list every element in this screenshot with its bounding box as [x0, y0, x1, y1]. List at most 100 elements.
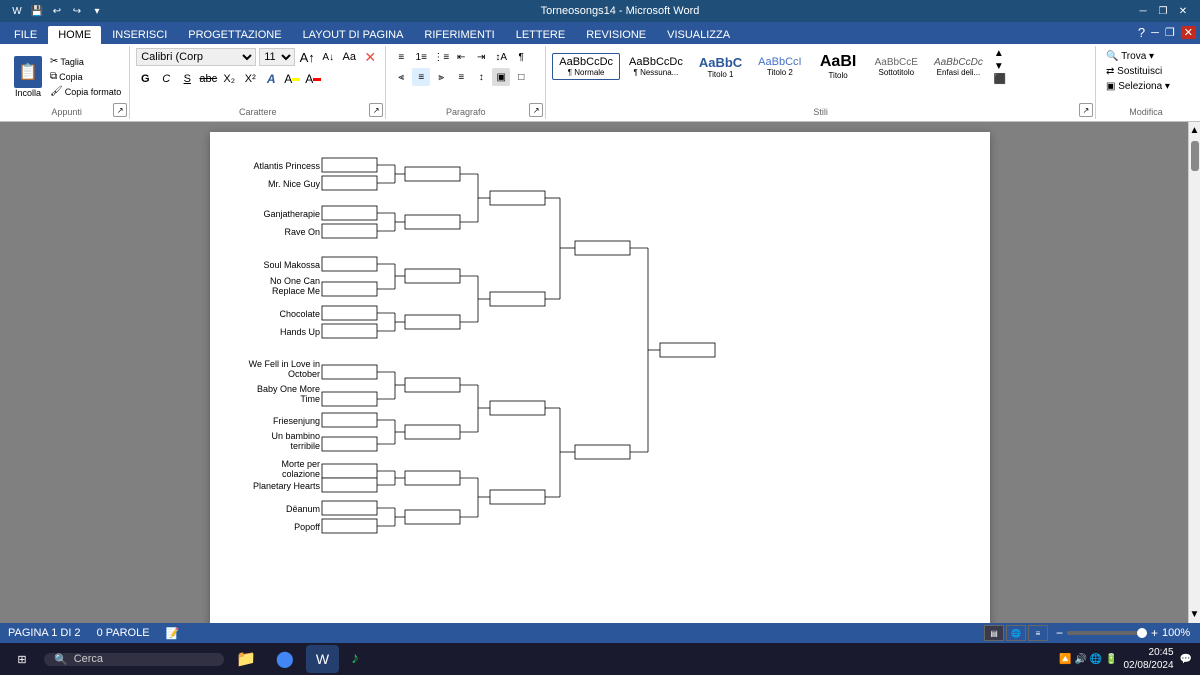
bullets-button[interactable]: ≡ — [392, 48, 410, 66]
word-taskbar-button[interactable]: W — [306, 645, 339, 673]
zoom-in-button[interactable]: + — [1151, 626, 1158, 640]
minimize-button[interactable]: ─ — [1134, 3, 1152, 19]
file-explorer-button[interactable]: 📁 — [228, 645, 264, 673]
font-color-button[interactable]: A — [304, 70, 322, 88]
r3-box4 — [490, 490, 545, 504]
tab-revisione[interactable]: REVISIONE — [576, 26, 656, 44]
shading-button[interactable]: ▣ — [492, 68, 510, 86]
format-paint-button[interactable]: 🖌 Copia formato — [48, 85, 123, 98]
style-emphasis[interactable]: AaBbCcDc Enfasi deli... — [927, 54, 990, 80]
tab-file[interactable]: FILE — [4, 26, 47, 44]
entry13-label-line1: Morte per — [281, 459, 320, 469]
numbering-button[interactable]: 1≡ — [412, 48, 430, 66]
undo-quick-icon[interactable]: ↩ — [48, 2, 66, 20]
font-size-select[interactable]: 11 — [259, 48, 295, 66]
scroll-thumb[interactable] — [1191, 141, 1199, 171]
sort-button[interactable]: ↕A — [492, 48, 510, 66]
text-effects-button[interactable]: A — [262, 70, 280, 88]
align-center-button[interactable]: ≡ — [412, 68, 430, 86]
scroll-down-button[interactable]: ▼ — [1187, 606, 1200, 623]
style-subtitle[interactable]: AaBbCcE Sottotitolo — [868, 54, 925, 80]
bold-button[interactable]: G — [136, 70, 154, 88]
strikethrough-button[interactable]: abc — [199, 70, 217, 88]
line-spacing-button[interactable]: ↕ — [472, 68, 490, 86]
underline-button[interactable]: S — [178, 70, 196, 88]
clipboard-expand-button[interactable]: ↗ — [113, 103, 127, 117]
customize-quick-icon[interactable]: ▾ — [88, 2, 106, 20]
style-heading2[interactable]: AaBbCcI Titolo 2 — [751, 53, 808, 80]
right-scrollbar[interactable]: ▲ ▼ — [1188, 122, 1200, 623]
outline-view-button[interactable]: ≡ — [1028, 625, 1048, 641]
copy-button[interactable]: ⧉ Copia — [48, 70, 123, 83]
web-view-button[interactable]: 🌐 — [1006, 625, 1026, 641]
word-count[interactable]: 0 PAROLE — [97, 627, 150, 639]
style-title[interactable]: AaBI Titolo — [811, 50, 866, 83]
help-icon[interactable]: ? — [1138, 25, 1145, 40]
justify-button[interactable]: ≡ — [452, 68, 470, 86]
style-no-spacing[interactable]: AaBbCcDc ¶ Nessuna... — [622, 53, 690, 80]
align-right-button[interactable]: ⫸ — [432, 68, 450, 86]
styles-expand[interactable]: ⬛ — [994, 74, 1006, 85]
replace-button[interactable]: ⇄ Sostituisci — [1102, 65, 1174, 78]
ribbon-minimize-icon[interactable]: ─ — [1151, 27, 1159, 39]
style-heading1[interactable]: AaBbC Titolo 1 — [692, 52, 749, 82]
clear-format-button[interactable]: ✕ — [361, 48, 379, 66]
zoom-thumb — [1137, 628, 1147, 638]
language-icon[interactable]: 📝 — [166, 627, 180, 640]
page-info[interactable]: PAGINA 1 DI 2 — [8, 627, 81, 639]
show-marks-button[interactable]: ¶ — [512, 48, 530, 66]
zoom-out-button[interactable]: − — [1056, 626, 1063, 640]
multilevel-button[interactable]: ⋮≡ — [432, 48, 450, 66]
superscript-button[interactable]: X² — [241, 70, 259, 88]
zoom-slider[interactable] — [1067, 631, 1147, 635]
font-size-shrink-button[interactable]: A↓ — [319, 48, 337, 66]
zoom-level[interactable]: 100% — [1162, 627, 1192, 639]
font-case-button[interactable]: Aa — [340, 48, 358, 66]
taskbar-search[interactable]: 🔍 Cerca — [44, 653, 224, 666]
tab-riferimenti[interactable]: RIFERIMENTI — [414, 26, 504, 44]
tab-progettazione[interactable]: PROGETTAZIONE — [178, 26, 291, 44]
align-left-button[interactable]: ⫷ — [392, 68, 410, 86]
r2-box8 — [405, 510, 460, 524]
find-button[interactable]: 🔍 Trova ▾ — [1102, 50, 1174, 63]
tab-inserisci[interactable]: INSERISCI — [102, 26, 177, 44]
cut-button[interactable]: ✂ Taglia — [48, 55, 123, 68]
scroll-up-button[interactable]: ▲ — [1187, 122, 1200, 139]
close-button[interactable]: ✕ — [1174, 3, 1192, 19]
decrease-indent-button[interactable]: ⇤ — [452, 48, 470, 66]
styles-expand-button[interactable]: ↗ — [1079, 103, 1093, 117]
spotify-button[interactable]: ♪ — [343, 645, 367, 673]
italic-button[interactable]: C — [157, 70, 175, 88]
tab-visualizza[interactable]: VISUALIZZA — [657, 26, 740, 44]
border-button[interactable]: □ — [512, 68, 530, 86]
subscript-button[interactable]: X₂ — [220, 70, 238, 88]
ribbon-close-icon[interactable]: ✕ — [1181, 26, 1196, 39]
r2-box5 — [405, 378, 460, 392]
paragraph-expand-button[interactable]: ↗ — [529, 103, 543, 117]
chrome-button[interactable]: ⬤ — [268, 645, 302, 673]
redo-quick-icon[interactable]: ↪ — [68, 2, 86, 20]
tab-lettere[interactable]: LETTERE — [506, 26, 576, 44]
tab-home[interactable]: HOME — [48, 26, 101, 44]
font-name-select[interactable]: Calibri (Corp — [136, 48, 256, 66]
save-quick-icon[interactable]: 💾 — [28, 2, 46, 20]
restore-button[interactable]: ❐ — [1154, 3, 1172, 19]
font-size-grow-button[interactable]: A↑ — [298, 48, 316, 66]
tab-layout[interactable]: LAYOUT DI PAGINA — [293, 26, 414, 44]
styles-scroll-up[interactable]: ▲ — [994, 48, 1006, 59]
font-expand-button[interactable]: ↗ — [369, 103, 383, 117]
increase-indent-button[interactable]: ⇥ — [472, 48, 490, 66]
style-normal[interactable]: AaBbCcDc ¶ Normale — [552, 53, 620, 80]
paste-button[interactable]: 📋 Incolla — [10, 54, 46, 100]
print-view-button[interactable]: ▤ — [984, 625, 1004, 641]
select-button[interactable]: ▣ Seleziona ▾ — [1102, 80, 1174, 93]
highlight-color-button[interactable]: A — [283, 70, 301, 88]
start-button[interactable]: ⊞ — [4, 645, 40, 673]
ribbon-restore-icon[interactable]: ❐ — [1165, 26, 1175, 39]
styles-scroll-down[interactable]: ▼ — [994, 61, 1006, 72]
notification-button[interactable]: 💬 — [1180, 654, 1192, 665]
document-page[interactable]: Atlantis Princess Mr. Nice Guy Ganjather… — [210, 132, 990, 623]
document-area: Atlantis Princess Mr. Nice Guy Ganjather… — [0, 122, 1200, 623]
start-icon: ⊞ — [17, 653, 26, 666]
taskbar-clock[interactable]: 20:45 02/08/2024 — [1123, 646, 1173, 672]
